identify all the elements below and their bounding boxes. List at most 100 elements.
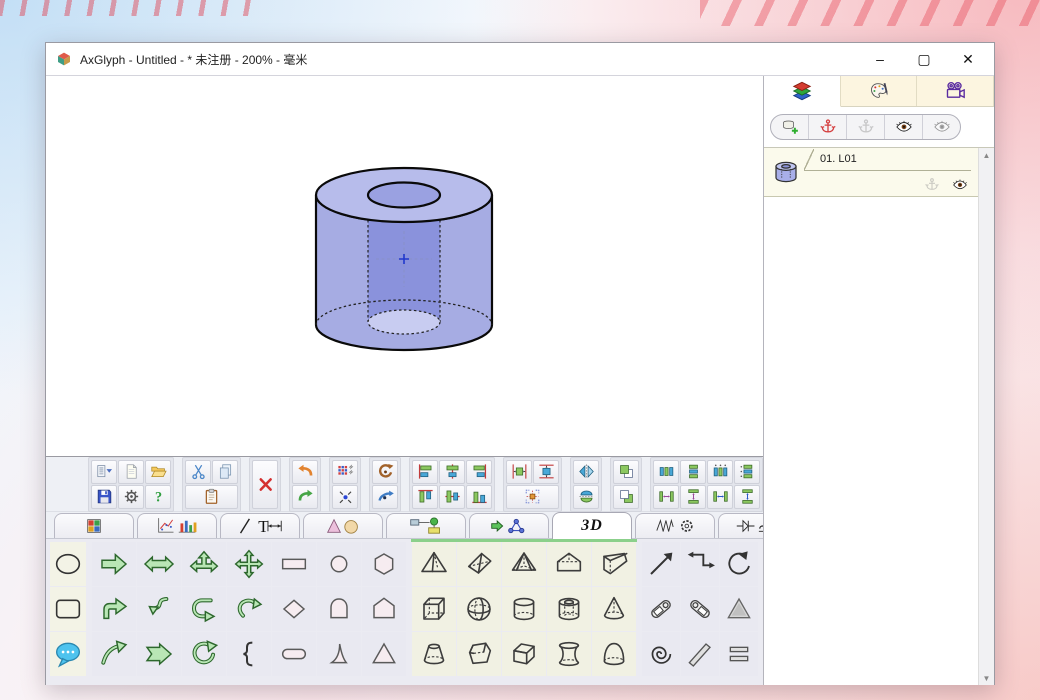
toolbar-button-dist-v-dots[interactable]: [734, 460, 760, 484]
close-button[interactable]: ✕: [946, 45, 990, 73]
toolbar-button-space-v-blue[interactable]: [734, 485, 760, 509]
palette-item-shape-hexagon[interactable]: [362, 542, 406, 586]
toolbar-button-bring-front[interactable]: [613, 460, 639, 484]
layer-anchor-icon[interactable]: [923, 177, 941, 193]
palette-item-frustum-wedge[interactable]: [457, 632, 501, 676]
palette-item-shape-circle[interactable]: [317, 542, 361, 586]
palette-item-prism-roof[interactable]: [547, 542, 591, 586]
toolbar-button-align-bottom[interactable]: [466, 485, 492, 509]
canvas-object-hollow-cylinder[interactable]: [312, 166, 496, 354]
panel-tab-style[interactable]: [841, 76, 918, 106]
toolbar-button-cut[interactable]: [185, 460, 211, 484]
palette-item-prism-wedge[interactable]: [592, 542, 636, 586]
palette-item-shape-pentagon[interactable]: [362, 587, 406, 631]
palette-item-shape-triangle[interactable]: [362, 632, 406, 676]
title-bar[interactable]: AxGlyph - Untitled - * 未注册 - 200% - 毫米 –…: [46, 43, 994, 76]
palette-item-shape-brace[interactable]: [227, 632, 271, 676]
palette-item-shape-sail[interactable]: [317, 632, 361, 676]
toolbar-button-center-both[interactable]: [506, 485, 559, 509]
toolbar-button-settings[interactable]: [118, 485, 144, 509]
category-tab-flowchart[interactable]: [386, 513, 466, 538]
palette-item-arrow-both[interactable]: [137, 542, 181, 586]
palette-item-sphere[interactable]: [457, 587, 501, 631]
palette-item-shape-capsule[interactable]: [272, 632, 316, 676]
palette-item-pin[interactable]: [642, 587, 680, 631]
toolbar-button-flip-v[interactable]: [573, 485, 599, 509]
palette-item-pin2[interactable]: [681, 587, 719, 631]
panel-tab-layers[interactable]: [764, 76, 841, 107]
toolbar-button-menu[interactable]: [91, 460, 117, 484]
palette-item-arrow-step[interactable]: [681, 542, 719, 586]
maximize-button[interactable]: ▢: [902, 45, 946, 73]
palette-item-hyperboloid[interactable]: [547, 632, 591, 676]
palette-item-cylinder[interactable]: [502, 587, 546, 631]
layer-button-anchor[interactable]: [809, 115, 847, 139]
palette-item-shape-rect[interactable]: [272, 542, 316, 586]
palette-item-shape-diamond[interactable]: [272, 587, 316, 631]
toolbar-button-delete[interactable]: [252, 460, 278, 509]
layer-button-visibility[interactable]: [885, 115, 923, 139]
palette-item-cone[interactable]: [592, 587, 636, 631]
palette-item-tetra2[interactable]: [457, 542, 501, 586]
toolbar-button-align-left[interactable]: [412, 460, 438, 484]
palette-item-arrow-quad[interactable]: [227, 542, 271, 586]
palette-item-bars[interactable]: [720, 632, 758, 676]
toolbar-button-save[interactable]: [91, 485, 117, 509]
palette-item-arrow-scurve[interactable]: [137, 587, 181, 631]
toolbar-button-dist-h-dots[interactable]: [707, 460, 733, 484]
palette-item-tetra[interactable]: [412, 542, 456, 586]
category-tab-shapes[interactable]: [303, 513, 383, 538]
palette-item-dome[interactable]: [592, 632, 636, 676]
toolbar-button-space-v[interactable]: [680, 485, 706, 509]
palette-item-ellipse[interactable]: [50, 542, 86, 586]
scroll-down-arrow[interactable]: ▼: [983, 671, 991, 685]
minimize-button[interactable]: –: [858, 45, 902, 73]
palette-item-tri-gray[interactable]: [720, 587, 758, 631]
toolbar-button-explode[interactable]: [332, 485, 358, 509]
toolbar-button-undo[interactable]: [292, 460, 318, 484]
category-tab-mechanical[interactable]: [635, 513, 715, 538]
palette-item-arrow-diag[interactable]: [642, 542, 680, 586]
palette-item-arrow-uturn[interactable]: [182, 587, 226, 631]
category-tab-chart[interactable]: [137, 513, 217, 538]
toolbar-button-paste[interactable]: [185, 485, 238, 509]
palette-item-cube[interactable]: [412, 587, 456, 631]
palette-item-arrow-curve[interactable]: [92, 632, 136, 676]
palette-item-rod[interactable]: [681, 632, 719, 676]
toolbar-button-new-doc[interactable]: [118, 460, 144, 484]
toolbar-button-align-hcenter[interactable]: [439, 460, 465, 484]
layer-button-add-layer[interactable]: [771, 115, 809, 139]
palette-item-box-slant[interactable]: [502, 632, 546, 676]
layer-row[interactable]: 01. L01: [764, 148, 979, 197]
toolbar-button-align-vcenter[interactable]: [439, 485, 465, 509]
toolbar-button-copy[interactable]: [212, 460, 238, 484]
toolbar-button-dist-v[interactable]: [680, 460, 706, 484]
toolbar-button-help[interactable]: [145, 485, 171, 509]
toolbar-button-array[interactable]: [332, 460, 358, 484]
palette-item-arrow-loop[interactable]: [227, 587, 271, 631]
palette-item-spiral[interactable]: [642, 632, 680, 676]
toolbar-button-dist-h[interactable]: [653, 460, 679, 484]
palette-item-pyramid[interactable]: [502, 542, 546, 586]
toolbar-button-align-right[interactable]: [466, 460, 492, 484]
palette-item-roundrect[interactable]: [50, 587, 86, 631]
palette-item-frustum[interactable]: [412, 632, 456, 676]
layer-scrollbar[interactable]: ▲ ▼: [978, 148, 994, 685]
palette-item-arrow-tri[interactable]: [182, 542, 226, 586]
toolbar-button-center-v[interactable]: [533, 460, 559, 484]
palette-item-arrow-right[interactable]: [92, 542, 136, 586]
palette-item-arrow-bent[interactable]: [92, 587, 136, 631]
category-tab-chemistry[interactable]: [469, 513, 549, 538]
toolbar-button-open-folder[interactable]: [145, 460, 171, 484]
toolbar-button-orbit[interactable]: [372, 485, 398, 509]
toolbar-button-space-h[interactable]: [653, 485, 679, 509]
drawing-canvas[interactable]: [46, 76, 763, 457]
palette-item-arrow-refresh[interactable]: [182, 632, 226, 676]
layer-button-visibility-disabled[interactable]: [923, 115, 960, 139]
palette-item-tube[interactable]: [547, 587, 591, 631]
toolbar-button-center-h[interactable]: [506, 460, 532, 484]
palette-item-arrow-notch[interactable]: [137, 632, 181, 676]
palette-item-shape-arch[interactable]: [317, 587, 361, 631]
scroll-up-arrow[interactable]: ▲: [983, 148, 991, 162]
palette-item-arrow-ccw[interactable]: [720, 542, 758, 586]
